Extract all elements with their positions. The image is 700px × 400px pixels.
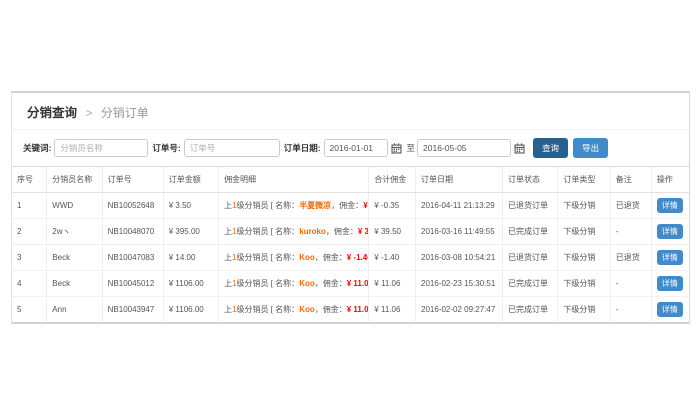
- cell-remark: 已退货: [610, 193, 651, 219]
- cell-total-commission: ¥ 39.50: [369, 219, 416, 245]
- cell-index: 1: [12, 193, 47, 219]
- cell-index: 4: [12, 271, 47, 297]
- cell-total-commission: ¥ 11.06: [369, 297, 416, 323]
- cell-distributor-name: 2wヽ: [47, 219, 102, 245]
- column-header: 分销员名称: [47, 167, 102, 193]
- cell-order-type: 下级分销: [558, 245, 610, 271]
- detail-button[interactable]: 详情: [657, 250, 683, 265]
- cell-total-commission: ¥ -1.40: [369, 245, 416, 271]
- order-no-input[interactable]: [184, 139, 280, 157]
- calendar-icon[interactable]: [514, 143, 525, 154]
- breadcrumb-current-page: 分销订单: [101, 106, 149, 120]
- cell-order-type: 下级分销: [558, 219, 610, 245]
- column-header: 订单日期: [416, 167, 503, 193]
- cell-action: 详情: [651, 271, 689, 297]
- cell-order-no: NB10048070: [102, 219, 163, 245]
- cell-index: 5: [12, 297, 47, 323]
- cell-order-date: 2016-02-02 09:27:47: [416, 297, 503, 323]
- cell-order-date: 2016-04-11 21:13:29: [416, 193, 503, 219]
- orders-table: 序号分销员名称订单号订单金额佣金明细合计佣金订单日期订单状态订单类型备注操作 1…: [12, 167, 689, 322]
- detail-button[interactable]: 详情: [657, 276, 683, 291]
- cell-distributor-name: Beck: [47, 245, 102, 271]
- cell-distributor-name: Ann: [47, 297, 102, 323]
- cell-order-no: NB10047083: [102, 245, 163, 271]
- cell-remark: 已退货: [610, 245, 651, 271]
- cell-order-no: NB10043947: [102, 297, 163, 323]
- cell-order-status: 已完成订单: [502, 219, 557, 245]
- cell-commission-detail: 上1级分销员 [ 名称：半夏微凉，佣金：¥ -0.35 ]: [219, 193, 369, 219]
- detail-button[interactable]: 详情: [657, 224, 683, 239]
- cell-order-status: 已退货订单: [502, 245, 557, 271]
- cell-order-status: 已完成订单: [502, 271, 557, 297]
- cell-index: 3: [12, 245, 47, 271]
- table-row: 4BeckNB10045012¥ 1106.00上1级分销员 [ 名称：Koo，…: [12, 271, 689, 297]
- cell-action: 详情: [651, 219, 689, 245]
- export-button[interactable]: 导出: [573, 138, 608, 158]
- cell-order-no: NB10045012: [102, 271, 163, 297]
- column-header: 备注: [610, 167, 651, 193]
- calendar-icon[interactable]: [391, 143, 402, 154]
- date-start-input[interactable]: [324, 139, 388, 157]
- keyword-input[interactable]: [54, 139, 148, 157]
- cell-order-amount: ¥ 14.00: [163, 245, 218, 271]
- breadcrumb-separator: >: [85, 106, 92, 120]
- cell-order-amount: ¥ 1106.00: [163, 297, 218, 323]
- cell-action: 详情: [651, 193, 689, 219]
- cell-order-no: NB10052648: [102, 193, 163, 219]
- cell-commission-detail: 上1级分销员 [ 名称：Koo，佣金：¥ -1.40 ]: [219, 245, 369, 271]
- cell-order-status: 已完成订单: [502, 297, 557, 323]
- filter-bar: 关键词: 订单号: 订单日期: 至: [12, 130, 689, 167]
- cell-total-commission: ¥ -0.35: [369, 193, 416, 219]
- cell-remark: -: [610, 271, 651, 297]
- cell-commission-detail: 上1级分销员 [ 名称：Koo，佣金：¥ 11.06 ]: [219, 297, 369, 323]
- column-header: 订单类型: [558, 167, 610, 193]
- cell-order-status: 已退货订单: [502, 193, 557, 219]
- cell-remark: -: [610, 297, 651, 323]
- cell-commission-detail: 上1级分销员 [ 名称：kuroko，佣金：¥ 39.50 ]: [219, 219, 369, 245]
- cell-order-date: 2016-02-23 15:30:51: [416, 271, 503, 297]
- cell-order-amount: ¥ 1106.00: [163, 271, 218, 297]
- table-row: 5AnnNB10043947¥ 1106.00上1级分销员 [ 名称：Koo，佣…: [12, 297, 689, 323]
- column-header: 佣金明细: [219, 167, 369, 193]
- column-header: 订单号: [102, 167, 163, 193]
- column-header: 操作: [651, 167, 689, 193]
- breadcrumb: 分销查询 > 分销订单: [12, 93, 689, 130]
- cell-total-commission: ¥ 11.06: [369, 271, 416, 297]
- order-date-label: 订单日期:: [284, 142, 321, 154]
- detail-button[interactable]: 详情: [657, 302, 683, 317]
- cell-order-type: 下级分销: [558, 297, 610, 323]
- order-no-label: 订单号:: [152, 142, 180, 154]
- detail-button[interactable]: 详情: [657, 198, 683, 213]
- breadcrumb-section[interactable]: 分销查询: [27, 106, 77, 120]
- cell-order-amount: ¥ 395.00: [163, 219, 218, 245]
- cell-order-type: 下级分销: [558, 271, 610, 297]
- column-header: 订单金额: [163, 167, 218, 193]
- cell-remark: -: [610, 219, 651, 245]
- table-row: 1WWDNB10052648¥ 3.50上1级分销员 [ 名称：半夏微凉，佣金：…: [12, 193, 689, 219]
- distribution-orders-panel: 分销查询 > 分销订单 关键词: 订单号: 订单日期: 至: [11, 91, 690, 324]
- cell-order-type: 下级分销: [558, 193, 610, 219]
- cell-order-amount: ¥ 3.50: [163, 193, 218, 219]
- header-row: 序号分销员名称订单号订单金额佣金明细合计佣金订单日期订单状态订单类型备注操作: [12, 167, 689, 193]
- date-end-input[interactable]: [417, 139, 511, 157]
- cell-action: 详情: [651, 297, 689, 323]
- cell-action: 详情: [651, 245, 689, 271]
- cell-commission-detail: 上1级分销员 [ 名称：Koo，佣金：¥ 11.06 ]: [219, 271, 369, 297]
- search-button[interactable]: 查询: [533, 138, 568, 158]
- table-row: 22wヽNB10048070¥ 395.00上1级分销员 [ 名称：kuroko…: [12, 219, 689, 245]
- date-range-separator: 至: [407, 142, 416, 154]
- column-header: 订单状态: [502, 167, 557, 193]
- column-header: 合计佣金: [369, 167, 416, 193]
- cell-index: 2: [12, 219, 47, 245]
- keyword-label: 关键词:: [23, 142, 51, 154]
- cell-order-date: 2016-03-16 11:49:55: [416, 219, 503, 245]
- cell-distributor-name: WWD: [47, 193, 102, 219]
- table-row: 3BeckNB10047083¥ 14.00上1级分销员 [ 名称：Koo，佣金…: [12, 245, 689, 271]
- column-header: 序号: [12, 167, 47, 193]
- cell-distributor-name: Beck: [47, 271, 102, 297]
- cell-order-date: 2016-03-08 10:54:21: [416, 245, 503, 271]
